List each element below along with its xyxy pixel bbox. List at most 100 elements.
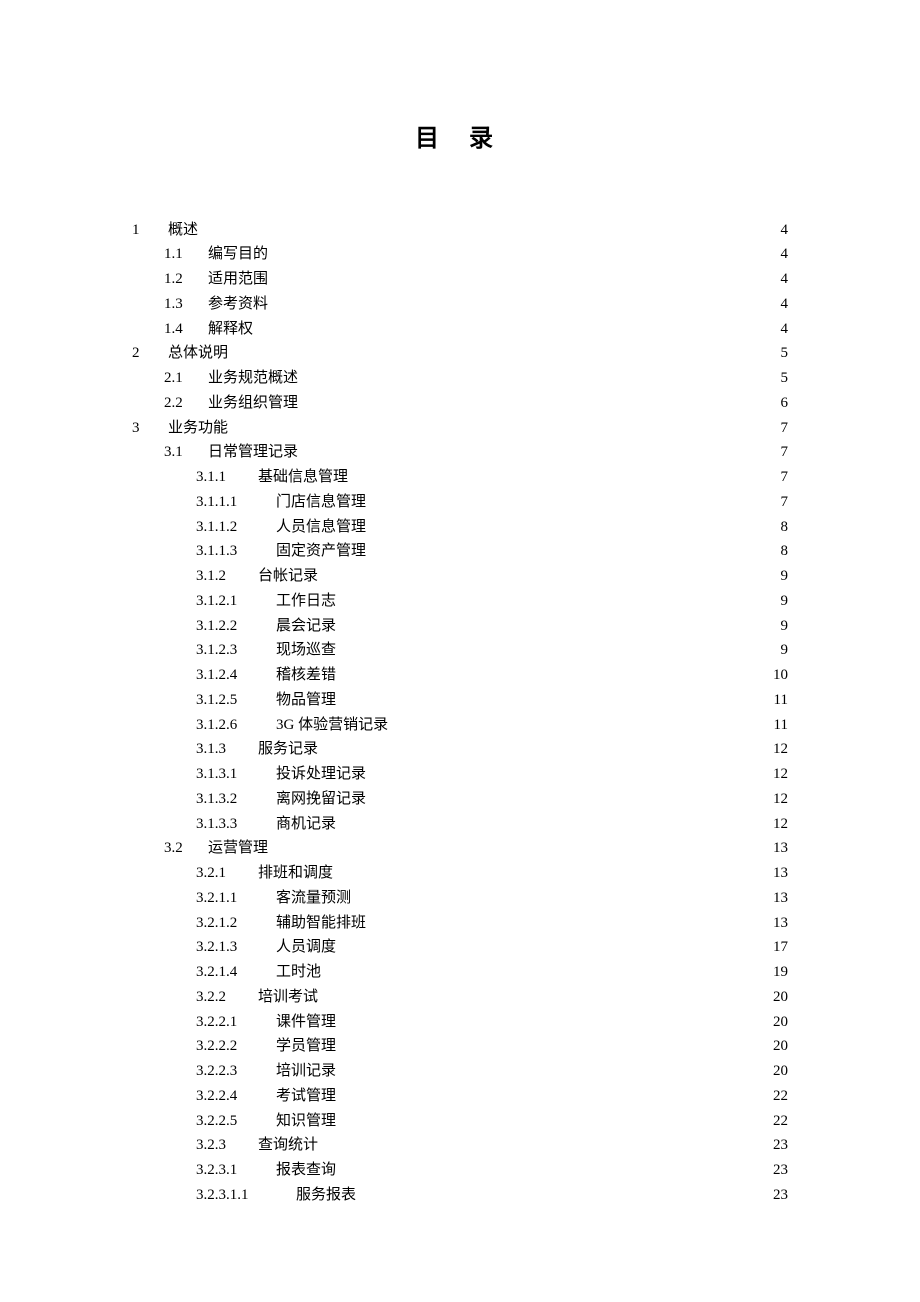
toc-entry-page: 7 — [781, 465, 789, 490]
toc-entry-label: 日常管理记录 — [200, 440, 298, 465]
toc-entry[interactable]: 2.2业务组织管理6 — [132, 391, 788, 416]
toc-entry[interactable]: 3.1.2.2晨会记录9 — [132, 614, 788, 639]
toc-entry[interactable]: 3.2.1.2辅助智能排班13 — [132, 911, 788, 936]
toc-entry-label: 概述 — [160, 218, 198, 243]
toc-entry-label: 查询统计 — [250, 1133, 318, 1158]
toc-entry-label: 业务规范概述 — [200, 366, 298, 391]
toc-entry[interactable]: 3.2.1.3人员调度17 — [132, 935, 788, 960]
toc-entry-number: 1.3 — [164, 292, 200, 317]
toc-entry[interactable]: 3.1.2.63G 体验营销记录11 — [132, 713, 788, 738]
toc-entry-number: 1 — [132, 218, 160, 243]
toc-entry-label: 运营管理 — [200, 836, 268, 861]
toc-entry-number: 3.1.2 — [196, 564, 250, 589]
toc-entry[interactable]: 3.2.2.4考试管理22 — [132, 1084, 788, 1109]
toc-entry-number: 3.2.2.3 — [196, 1059, 268, 1084]
toc-entry[interactable]: 3.2.1排班和调度13 — [132, 861, 788, 886]
toc-entry[interactable]: 1.2适用范围4 — [132, 267, 788, 292]
toc-entry-label: 服务记录 — [250, 737, 318, 762]
toc-entry-page: 9 — [781, 638, 789, 663]
toc-entry[interactable]: 3.1.2.5物品管理11 — [132, 688, 788, 713]
toc-entry[interactable]: 1概述 4 — [132, 218, 788, 243]
toc-entry-label: 工时池 — [268, 960, 321, 985]
toc-entry[interactable]: 3.1.2.3现场巡查 9 — [132, 638, 788, 663]
toc-entry-number: 3.1.3.2 — [196, 787, 268, 812]
toc-entry[interactable]: 3.2.1.4工时池19 — [132, 960, 788, 985]
toc-entry[interactable]: 3.2.3.1报表查询23 — [132, 1158, 788, 1183]
toc-entry-number: 3.2.1 — [196, 861, 250, 886]
toc-entry-page: 12 — [773, 812, 788, 837]
toc-entry[interactable]: 3业务功能7 — [132, 416, 788, 441]
toc-entry-page: 4 — [781, 292, 789, 317]
toc-entry-label: 服务报表 — [288, 1183, 356, 1208]
toc-entry-label: 参考资料 — [200, 292, 268, 317]
toc-entry[interactable]: 3.2.1.1客流量预测13 — [132, 886, 788, 911]
toc-entry-label: 总体说明 — [160, 341, 228, 366]
toc-entry[interactable]: 2.1业务规范概述5 — [132, 366, 788, 391]
toc-entry[interactable]: 3.2.2.3培训记录20 — [132, 1059, 788, 1084]
toc-entry[interactable]: 3.1.3.1投诉处理记录12 — [132, 762, 788, 787]
toc-entry-page: 13 — [773, 911, 788, 936]
toc-entry-label: 编写目的 — [200, 242, 268, 267]
toc-entry-page: 22 — [773, 1084, 788, 1109]
toc-entry[interactable]: 3.1.2台帐记录 9 — [132, 564, 788, 589]
toc-entry-page: 13 — [773, 886, 788, 911]
toc-entry[interactable]: 3.2.2.1课件管理20 — [132, 1010, 788, 1035]
toc-entry[interactable]: 3.2.3查询统计 23 — [132, 1133, 788, 1158]
toc-entry[interactable]: 3.2.2.5知识管理22 — [132, 1109, 788, 1134]
toc-entry-number: 3.1.2.4 — [196, 663, 268, 688]
toc-entry[interactable]: 1.3参考资料 4 — [132, 292, 788, 317]
toc-entry-label: 晨会记录 — [268, 614, 336, 639]
toc-entry[interactable]: 3.1.1基础信息管理7 — [132, 465, 788, 490]
toc-entry[interactable]: 3.1.2.1工作日志9 — [132, 589, 788, 614]
toc-entry-page: 12 — [773, 787, 788, 812]
toc-entry-label: 现场巡查 — [268, 638, 336, 663]
toc-entry-label: 物品管理 — [268, 688, 336, 713]
toc-entry[interactable]: 3.1.1.3固定资产管理8 — [132, 539, 788, 564]
toc-entry[interactable]: 3.2.2培训考试20 — [132, 985, 788, 1010]
toc-entry-number: 3.2.2 — [196, 985, 250, 1010]
toc-entry[interactable]: 3.1.1.1门店信息管理7 — [132, 490, 788, 515]
toc-entry[interactable]: 3.1.3服务记录12 — [132, 737, 788, 762]
toc-entry-page: 20 — [773, 1034, 788, 1059]
toc-entry-number: 3.1.1.1 — [196, 490, 268, 515]
toc-entry-page: 23 — [773, 1158, 788, 1183]
toc-entry-number: 3.2 — [164, 836, 200, 861]
toc-entry-page: 23 — [773, 1183, 788, 1208]
toc-entry-label: 解释权 — [200, 317, 253, 342]
toc-entry-label: 课件管理 — [268, 1010, 336, 1035]
toc-entry-page: 23 — [773, 1133, 788, 1158]
toc-entry-label: 适用范围 — [200, 267, 268, 292]
toc-entry-number: 3.2.3 — [196, 1133, 250, 1158]
toc-entry[interactable]: 3.1.3.2离网挽留记录12 — [132, 787, 788, 812]
toc-entry[interactable]: 3.1.2.4稽核差错10 — [132, 663, 788, 688]
toc-entry-page: 9 — [781, 589, 789, 614]
toc-entry-page: 4 — [781, 267, 789, 292]
toc-entry-label: 稽核差错 — [268, 663, 336, 688]
toc-entry[interactable]: 3.1.3.3商机记录 12 — [132, 812, 788, 837]
toc-entry-page: 8 — [781, 539, 789, 564]
toc-entry-page: 20 — [773, 985, 788, 1010]
toc-entry-page: 9 — [781, 564, 789, 589]
toc-entry-number: 3.1.2.5 — [196, 688, 268, 713]
toc-entry-number: 3.2.3.1 — [196, 1158, 268, 1183]
toc-entry[interactable]: 3.2运营管理13 — [132, 836, 788, 861]
toc-entry[interactable]: 3.1.1.2人员信息管理8 — [132, 515, 788, 540]
table-of-contents: 1概述41.1编写目的41.2适用范围41.3参考资料41.4解释权42总体说明… — [132, 218, 788, 1208]
toc-entry-page: 4 — [781, 218, 789, 243]
toc-entry-number: 3.2.2.5 — [196, 1109, 268, 1134]
toc-entry-number: 3.1.3.3 — [196, 812, 268, 837]
toc-entry-label: 3G 体验营销记录 — [268, 713, 388, 738]
toc-entry[interactable]: 1.4解释权4 — [132, 317, 788, 342]
toc-entry-label: 学员管理 — [268, 1034, 336, 1059]
toc-entry-label: 台帐记录 — [250, 564, 318, 589]
toc-entry-number: 2.1 — [164, 366, 200, 391]
toc-entry[interactable]: 3.2.2.2学员管理20 — [132, 1034, 788, 1059]
toc-entry-number: 3.1.1 — [196, 465, 250, 490]
toc-entry[interactable]: 3.1日常管理记录7 — [132, 440, 788, 465]
toc-entry[interactable]: 2总体说明5 — [132, 341, 788, 366]
toc-entry-page: 20 — [773, 1010, 788, 1035]
toc-entry[interactable]: 1.1编写目的4 — [132, 242, 788, 267]
toc-entry-label: 商机记录 — [268, 812, 336, 837]
toc-entry[interactable]: 3.2.3.1.1服务报表23 — [132, 1183, 788, 1208]
toc-entry-number: 3.1.2.3 — [196, 638, 268, 663]
